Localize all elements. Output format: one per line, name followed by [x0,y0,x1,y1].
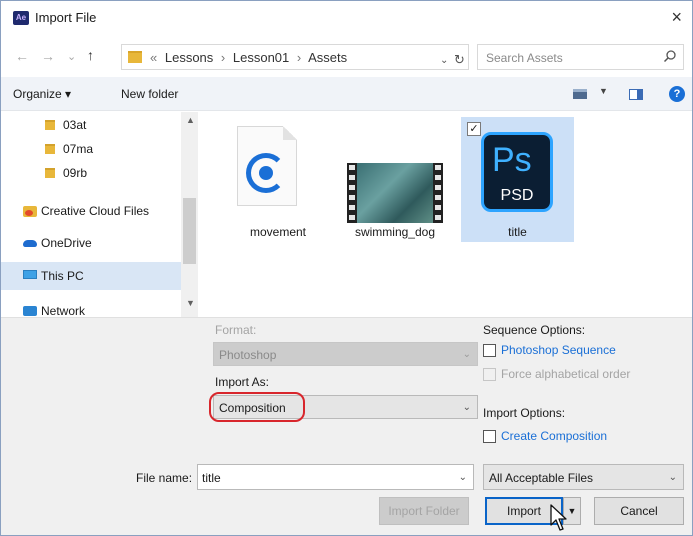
breadcrumb-separator-icon: › [220,50,226,65]
search-input[interactable]: Search Assets [486,51,563,65]
chevron-down-icon[interactable]: ⌄ [669,472,677,483]
file-name-label: swimming_dog [354,225,436,239]
scrollbar-thumb[interactable] [183,198,196,264]
chevron-down-icon[interactable]: ⌄ [463,402,471,413]
file-item-title[interactable]: ✓ Ps PSD title [461,117,574,242]
view-options-dropdown-icon[interactable]: ▼ [599,86,608,96]
sidebar-item-network[interactable]: Network [1,298,181,317]
search-box[interactable]: Search Assets [477,44,684,70]
sidebar-item-label: This PC [41,269,84,283]
checkbox-label: Photoshop Sequence [501,343,616,357]
mouse-pointer-icon [550,504,567,531]
video-thumbnail [357,163,433,223]
sidebar-item-07ma[interactable]: 07ma [1,136,181,162]
highlight-annotation [209,392,305,422]
file-list: movement swimming_dog ✓ Ps PSD title [199,112,692,317]
photoshop-file-icon: Ps PSD [481,132,553,212]
sidebar-item-label: 09rb [63,166,88,180]
checkbox-box [483,368,496,381]
psd-extension-text: PSD [500,187,534,204]
network-icon [23,306,37,316]
file-name-value: title [202,471,221,485]
sidebar-item-this-pc[interactable]: This PC [1,262,181,290]
recent-locations-icon[interactable]: ⌄ [67,49,76,65]
sequence-options-label: Sequence Options: [483,323,586,337]
sidebar-item-label: OneDrive [41,236,92,250]
breadcrumb-separator-icon: › [296,50,302,65]
photoshop-logo-text: Ps [492,141,532,179]
breadcrumb: « Lessons › Lesson01 › Assets [150,50,351,65]
forward-arrow-icon[interactable]: → [41,48,55,64]
selection-checkbox[interactable]: ✓ [467,122,481,136]
sidebar-item-onedrive[interactable]: OneDrive [1,230,181,256]
video-file-icon [347,163,443,223]
import-as-label: Import As: [215,375,270,389]
film-sprocket-icon [435,165,441,221]
motion-logo-dot [259,166,273,180]
change-view-icon[interactable] [573,89,587,99]
scroll-up-icon[interactable]: ▲ [186,115,195,125]
motion-file-icon [237,126,297,206]
up-arrow-icon[interactable]: ↑ [87,47,94,63]
breadcrumb-assets[interactable]: Assets [308,50,347,65]
new-folder-button[interactable]: New folder [121,87,178,101]
breadcrumb-lessons[interactable]: Lessons [165,50,213,65]
import-folder-button: Import Folder [379,497,469,525]
this-pc-icon [23,270,37,279]
onedrive-icon [23,240,37,247]
window-title: Import File [35,10,97,25]
cancel-button[interactable]: Cancel [594,497,684,525]
file-name-input[interactable]: title ⌄ [197,464,474,490]
help-icon[interactable]: ? [669,86,685,102]
folder-icon [128,51,142,63]
sidebar-item-09rb[interactable]: 09rb [1,160,181,186]
close-icon[interactable]: × [671,7,682,27]
back-arrow-icon[interactable]: ← [15,48,29,64]
format-label: Format: [215,323,257,337]
format-value: Photoshop [219,348,277,362]
sidebar-item-label: 07ma [63,142,94,156]
folder-icon [45,168,55,178]
chevron-down-icon: ⌄ [462,349,471,360]
format-select: Photoshop ⌄ [213,342,478,366]
command-toolbar: Organize ▾ New folder ▼ ? [1,77,692,111]
folder-icon [45,120,55,130]
after-effects-app-icon: Ae [13,11,29,25]
navigation-pane-scrollbar[interactable]: ▲ ▼ [181,112,198,317]
file-type-value: All Acceptable Files [489,471,594,485]
sidebar-item-03at[interactable]: 03at [1,112,181,138]
scroll-down-icon[interactable]: ▼ [186,298,195,308]
title-bar: Ae Import File × [1,1,692,35]
file-item-movement[interactable]: movement [223,117,333,242]
sidebar-item-creative-cloud-files[interactable]: Creative Cloud Files [1,198,181,224]
import-options-label: Import Options: [483,406,566,420]
breadcrumb-overflow[interactable]: « [150,50,157,65]
file-name-label: movement [249,225,307,239]
sidebar-item-label: Creative Cloud Files [41,204,150,218]
navigation-pane: 03at 07ma 09rb Creative Cloud Files OneD… [1,112,198,317]
sidebar-item-label: 03at [63,118,87,132]
address-bar[interactable]: « Lessons › Lesson01 › Assets ⌄ ↻ [121,44,469,70]
refresh-icon[interactable]: ↻ [454,52,465,68]
file-item-swimming-dog[interactable]: swimming_dog [340,117,450,242]
chevron-down-icon[interactable]: ⌄ [459,472,467,483]
navigation-row: ← → ⌄ ↑ « Lessons › Lesson01 › Assets ⌄ … [1,39,692,73]
address-dropdown-icon[interactable]: ⌄ [440,55,448,66]
file-type-select[interactable]: All Acceptable Files ⌄ [483,464,684,490]
film-sprocket-icon [349,165,355,221]
creative-cloud-folder-icon [23,206,37,217]
file-name-label: title [508,225,527,239]
checkbox-label: Create Composition [501,429,608,443]
organize-menu-button[interactable]: Organize ▾ [13,87,71,101]
breadcrumb-lesson01[interactable]: Lesson01 [233,50,289,65]
preview-pane-icon[interactable] [629,89,643,100]
checkbox-box[interactable] [483,344,496,357]
search-icon[interactable] [663,49,677,66]
file-name-label: File name: [136,471,193,485]
import-file-dialog: Ae Import File × ← → ⌄ ↑ « Lessons › Les… [0,0,693,536]
folder-icon [45,144,55,154]
checkbox-label: Force alphabetical order [501,367,631,381]
sidebar-item-label: Network [41,304,86,317]
checkbox-box[interactable] [483,430,496,443]
